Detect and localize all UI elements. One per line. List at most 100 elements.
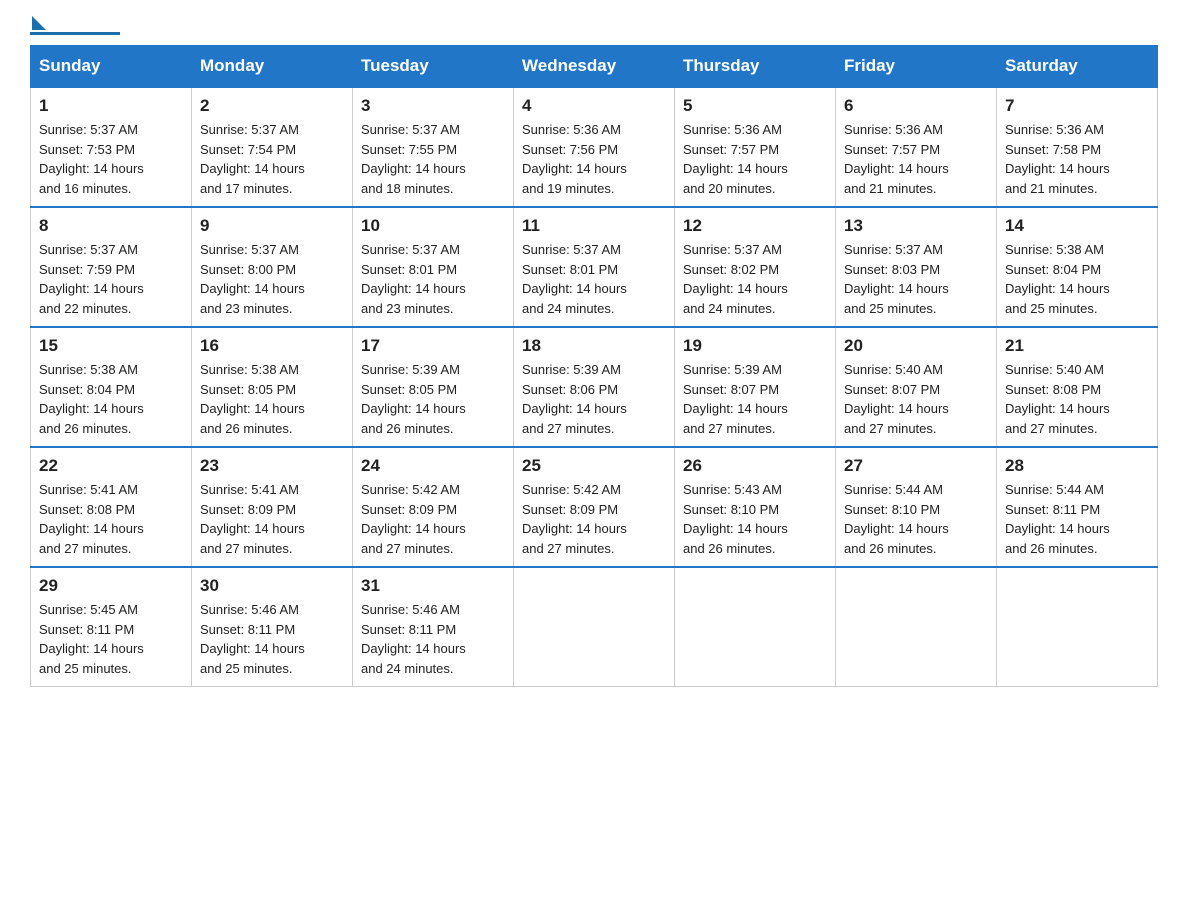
day-info: Sunrise: 5:37 AM Sunset: 8:01 PM Dayligh… [522, 240, 666, 318]
column-header-wednesday: Wednesday [514, 46, 675, 88]
calendar-day-cell: 26 Sunrise: 5:43 AM Sunset: 8:10 PM Dayl… [675, 447, 836, 567]
day-info: Sunrise: 5:37 AM Sunset: 8:02 PM Dayligh… [683, 240, 827, 318]
calendar-day-cell: 8 Sunrise: 5:37 AM Sunset: 7:59 PM Dayli… [31, 207, 192, 327]
day-info: Sunrise: 5:37 AM Sunset: 8:00 PM Dayligh… [200, 240, 344, 318]
calendar-day-cell: 27 Sunrise: 5:44 AM Sunset: 8:10 PM Dayl… [836, 447, 997, 567]
calendar-day-cell: 23 Sunrise: 5:41 AM Sunset: 8:09 PM Dayl… [192, 447, 353, 567]
day-info: Sunrise: 5:38 AM Sunset: 8:04 PM Dayligh… [1005, 240, 1149, 318]
calendar-day-cell: 12 Sunrise: 5:37 AM Sunset: 8:02 PM Dayl… [675, 207, 836, 327]
day-number: 25 [522, 456, 666, 476]
day-info: Sunrise: 5:45 AM Sunset: 8:11 PM Dayligh… [39, 600, 183, 678]
calendar-day-cell [675, 567, 836, 687]
calendar-day-cell: 4 Sunrise: 5:36 AM Sunset: 7:56 PM Dayli… [514, 87, 675, 207]
page-header [30, 20, 1158, 35]
calendar-day-cell: 19 Sunrise: 5:39 AM Sunset: 8:07 PM Dayl… [675, 327, 836, 447]
day-number: 24 [361, 456, 505, 476]
calendar-day-cell: 24 Sunrise: 5:42 AM Sunset: 8:09 PM Dayl… [353, 447, 514, 567]
day-info: Sunrise: 5:46 AM Sunset: 8:11 PM Dayligh… [200, 600, 344, 678]
day-info: Sunrise: 5:37 AM Sunset: 8:03 PM Dayligh… [844, 240, 988, 318]
calendar-day-cell: 13 Sunrise: 5:37 AM Sunset: 8:03 PM Dayl… [836, 207, 997, 327]
column-header-saturday: Saturday [997, 46, 1158, 88]
day-number: 13 [844, 216, 988, 236]
calendar-day-cell: 20 Sunrise: 5:40 AM Sunset: 8:07 PM Dayl… [836, 327, 997, 447]
day-info: Sunrise: 5:43 AM Sunset: 8:10 PM Dayligh… [683, 480, 827, 558]
day-number: 16 [200, 336, 344, 356]
calendar-week-row: 15 Sunrise: 5:38 AM Sunset: 8:04 PM Dayl… [31, 327, 1158, 447]
calendar-day-cell: 11 Sunrise: 5:37 AM Sunset: 8:01 PM Dayl… [514, 207, 675, 327]
day-info: Sunrise: 5:39 AM Sunset: 8:05 PM Dayligh… [361, 360, 505, 438]
day-number: 20 [844, 336, 988, 356]
logo [30, 20, 120, 35]
day-info: Sunrise: 5:39 AM Sunset: 8:07 PM Dayligh… [683, 360, 827, 438]
day-info: Sunrise: 5:40 AM Sunset: 8:08 PM Dayligh… [1005, 360, 1149, 438]
calendar-day-cell: 6 Sunrise: 5:36 AM Sunset: 7:57 PM Dayli… [836, 87, 997, 207]
calendar-day-cell: 31 Sunrise: 5:46 AM Sunset: 8:11 PM Dayl… [353, 567, 514, 687]
column-header-monday: Monday [192, 46, 353, 88]
calendar-day-cell [836, 567, 997, 687]
logo-line [30, 32, 120, 35]
calendar-day-cell: 16 Sunrise: 5:38 AM Sunset: 8:05 PM Dayl… [192, 327, 353, 447]
calendar-day-cell: 22 Sunrise: 5:41 AM Sunset: 8:08 PM Dayl… [31, 447, 192, 567]
calendar-day-cell: 25 Sunrise: 5:42 AM Sunset: 8:09 PM Dayl… [514, 447, 675, 567]
day-info: Sunrise: 5:37 AM Sunset: 7:54 PM Dayligh… [200, 120, 344, 198]
day-info: Sunrise: 5:42 AM Sunset: 8:09 PM Dayligh… [522, 480, 666, 558]
column-header-tuesday: Tuesday [353, 46, 514, 88]
day-number: 18 [522, 336, 666, 356]
calendar-week-row: 1 Sunrise: 5:37 AM Sunset: 7:53 PM Dayli… [31, 87, 1158, 207]
day-number: 21 [1005, 336, 1149, 356]
calendar-table: SundayMondayTuesdayWednesdayThursdayFrid… [30, 45, 1158, 687]
day-info: Sunrise: 5:36 AM Sunset: 7:57 PM Dayligh… [844, 120, 988, 198]
day-info: Sunrise: 5:36 AM Sunset: 7:58 PM Dayligh… [1005, 120, 1149, 198]
calendar-day-cell: 9 Sunrise: 5:37 AM Sunset: 8:00 PM Dayli… [192, 207, 353, 327]
day-info: Sunrise: 5:37 AM Sunset: 7:53 PM Dayligh… [39, 120, 183, 198]
day-number: 31 [361, 576, 505, 596]
day-number: 7 [1005, 96, 1149, 116]
day-info: Sunrise: 5:38 AM Sunset: 8:05 PM Dayligh… [200, 360, 344, 438]
day-number: 11 [522, 216, 666, 236]
day-info: Sunrise: 5:36 AM Sunset: 7:57 PM Dayligh… [683, 120, 827, 198]
day-number: 29 [39, 576, 183, 596]
column-header-thursday: Thursday [675, 46, 836, 88]
day-info: Sunrise: 5:38 AM Sunset: 8:04 PM Dayligh… [39, 360, 183, 438]
day-number: 3 [361, 96, 505, 116]
day-info: Sunrise: 5:36 AM Sunset: 7:56 PM Dayligh… [522, 120, 666, 198]
day-number: 12 [683, 216, 827, 236]
day-number: 28 [1005, 456, 1149, 476]
day-number: 4 [522, 96, 666, 116]
day-number: 30 [200, 576, 344, 596]
calendar-day-cell: 17 Sunrise: 5:39 AM Sunset: 8:05 PM Dayl… [353, 327, 514, 447]
calendar-day-cell: 7 Sunrise: 5:36 AM Sunset: 7:58 PM Dayli… [997, 87, 1158, 207]
calendar-day-cell: 5 Sunrise: 5:36 AM Sunset: 7:57 PM Dayli… [675, 87, 836, 207]
day-number: 27 [844, 456, 988, 476]
day-info: Sunrise: 5:39 AM Sunset: 8:06 PM Dayligh… [522, 360, 666, 438]
calendar-day-cell: 14 Sunrise: 5:38 AM Sunset: 8:04 PM Dayl… [997, 207, 1158, 327]
day-info: Sunrise: 5:41 AM Sunset: 8:09 PM Dayligh… [200, 480, 344, 558]
day-info: Sunrise: 5:37 AM Sunset: 7:59 PM Dayligh… [39, 240, 183, 318]
calendar-day-cell: 10 Sunrise: 5:37 AM Sunset: 8:01 PM Dayl… [353, 207, 514, 327]
calendar-header-row: SundayMondayTuesdayWednesdayThursdayFrid… [31, 46, 1158, 88]
calendar-day-cell: 21 Sunrise: 5:40 AM Sunset: 8:08 PM Dayl… [997, 327, 1158, 447]
calendar-week-row: 8 Sunrise: 5:37 AM Sunset: 7:59 PM Dayli… [31, 207, 1158, 327]
day-number: 15 [39, 336, 183, 356]
day-info: Sunrise: 5:44 AM Sunset: 8:11 PM Dayligh… [1005, 480, 1149, 558]
calendar-day-cell: 15 Sunrise: 5:38 AM Sunset: 8:04 PM Dayl… [31, 327, 192, 447]
day-number: 19 [683, 336, 827, 356]
day-number: 1 [39, 96, 183, 116]
calendar-day-cell: 2 Sunrise: 5:37 AM Sunset: 7:54 PM Dayli… [192, 87, 353, 207]
day-number: 8 [39, 216, 183, 236]
day-number: 22 [39, 456, 183, 476]
calendar-day-cell: 30 Sunrise: 5:46 AM Sunset: 8:11 PM Dayl… [192, 567, 353, 687]
calendar-day-cell: 3 Sunrise: 5:37 AM Sunset: 7:55 PM Dayli… [353, 87, 514, 207]
day-info: Sunrise: 5:41 AM Sunset: 8:08 PM Dayligh… [39, 480, 183, 558]
column-header-sunday: Sunday [31, 46, 192, 88]
day-number: 2 [200, 96, 344, 116]
day-info: Sunrise: 5:37 AM Sunset: 7:55 PM Dayligh… [361, 120, 505, 198]
calendar-day-cell [514, 567, 675, 687]
column-header-friday: Friday [836, 46, 997, 88]
day-number: 17 [361, 336, 505, 356]
calendar-week-row: 29 Sunrise: 5:45 AM Sunset: 8:11 PM Dayl… [31, 567, 1158, 687]
logo-triangle-icon [32, 16, 46, 30]
day-info: Sunrise: 5:42 AM Sunset: 8:09 PM Dayligh… [361, 480, 505, 558]
calendar-day-cell: 18 Sunrise: 5:39 AM Sunset: 8:06 PM Dayl… [514, 327, 675, 447]
calendar-day-cell: 1 Sunrise: 5:37 AM Sunset: 7:53 PM Dayli… [31, 87, 192, 207]
